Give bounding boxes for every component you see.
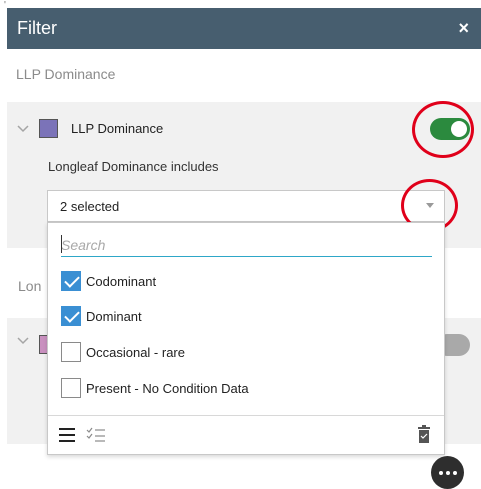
text-cursor [61,235,62,253]
option-label: Dominant [86,309,142,324]
layer-name: LLP Dominance [71,121,164,136]
option-label: Codominant [86,274,157,289]
checkbox-unchecked[interactable] [61,378,81,398]
search-input[interactable] [61,233,432,257]
group-title-longleaf: Lon [18,278,42,294]
expression-label: Longleaf Dominance includes [48,159,219,174]
values-dropdown[interactable]: 2 selected [47,190,445,222]
close-icon[interactable]: × [458,18,469,39]
filter-header: Filter × [7,8,481,49]
dropdown-list: Codominant Dominant Occasional - rare Pr… [47,222,445,455]
chevron-down-icon[interactable] [16,124,30,134]
option-dominant[interactable]: Dominant [61,306,431,328]
list-footer [48,415,444,455]
highlight-circle-toggle [412,101,474,158]
group-title-llp-dominance: LLP Dominance [16,66,116,82]
layer-color-swatch [39,119,58,138]
option-label: Present - No Condition Data [86,381,249,396]
checkbox-unchecked[interactable] [61,342,81,362]
option-codominant[interactable]: Codominant [61,271,431,293]
checkbox-checked[interactable] [61,271,81,291]
list-icon[interactable] [59,428,75,442]
option-label: Occasional - rare [86,345,185,360]
more-icon[interactable] [431,456,464,489]
checklist-icon[interactable] [86,427,106,443]
filter-panel: ' Filter × LLP Dominance LLP Dominance L… [0,0,481,489]
top-tick-mark: ' [4,0,6,11]
checkbox-checked[interactable] [61,306,81,326]
panel-title: Filter [17,18,57,38]
chevron-down-icon[interactable] [16,336,30,346]
dropdown-value: 2 selected [60,199,120,214]
option-occasional-rare[interactable]: Occasional - rare [61,342,431,364]
option-present-no-condition[interactable]: Present - No Condition Data [61,378,431,400]
trash-icon[interactable] [418,425,430,443]
